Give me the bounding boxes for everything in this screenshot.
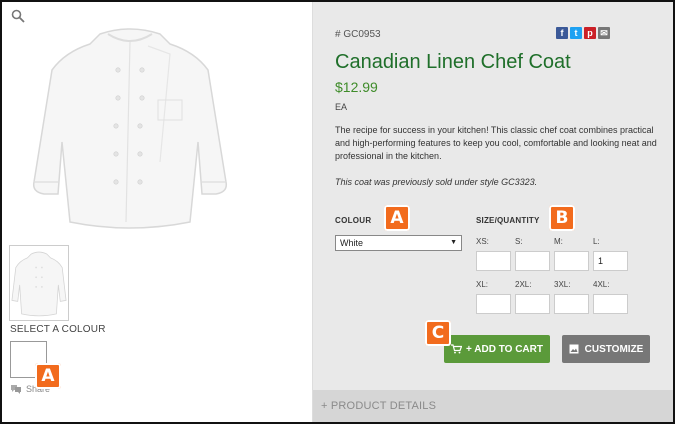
- size-cell-3xl: 3XL:: [554, 280, 590, 314]
- qty-input-xl[interactable]: [476, 294, 511, 314]
- add-to-cart-label: + ADD TO CART: [466, 343, 543, 355]
- size-cell-m: M:: [554, 237, 590, 271]
- product-page: SELECT A COLOUR Share A # GC0953 f t p ✉…: [0, 0, 675, 424]
- size-label-xl: XL:: [476, 280, 489, 289]
- product-details-toggle[interactable]: + PRODUCT DETAILS: [313, 390, 673, 422]
- qty-input-l[interactable]: 1: [593, 251, 628, 271]
- customize-label: CUSTOMIZE: [584, 343, 644, 355]
- product-description: The recipe for success in your kitchen! …: [335, 125, 657, 161]
- product-title: Canadian Linen Chef Coat: [335, 51, 571, 73]
- qty-input-2xl[interactable]: [515, 294, 550, 314]
- size-label-l: L:: [593, 237, 600, 246]
- facebook-icon[interactable]: f: [556, 27, 568, 39]
- size-cell-xl: XL:: [476, 280, 512, 314]
- search-icon[interactable]: [11, 9, 25, 23]
- size-cell-4xl: 4XL:: [593, 280, 629, 314]
- product-thumbnail[interactable]: [9, 245, 69, 321]
- product-info-panel: # GC0953 f t p ✉ Canadian Linen Chef Coa…: [312, 2, 673, 422]
- social-share-icons: f t p ✉: [556, 27, 610, 39]
- cart-icon: [451, 344, 463, 354]
- pinterest-icon[interactable]: p: [584, 27, 596, 39]
- image-icon: [569, 344, 579, 354]
- product-unit: EA: [335, 102, 348, 112]
- colour-select-value: White: [340, 238, 364, 248]
- email-icon[interactable]: ✉: [598, 27, 610, 39]
- callout-c-cart: C: [425, 320, 451, 346]
- qty-input-4xl[interactable]: [593, 294, 628, 314]
- size-cell-xs: XS:: [476, 237, 512, 271]
- size-label-xs: XS:: [476, 237, 489, 246]
- size-cell-s: S:: [515, 237, 551, 271]
- twitter-icon[interactable]: t: [570, 27, 582, 39]
- customize-button[interactable]: CUSTOMIZE: [562, 335, 650, 363]
- add-to-cart-button[interactable]: + ADD TO CART: [444, 335, 550, 363]
- size-label-s: S:: [515, 237, 523, 246]
- product-price: $12.99: [335, 79, 378, 95]
- product-gallery: SELECT A COLOUR Share A: [2, 2, 312, 422]
- qty-input-m[interactable]: [554, 251, 589, 271]
- chevron-down-icon: ▼: [450, 239, 457, 246]
- size-label-2xl: 2XL:: [515, 280, 532, 289]
- colour-select[interactable]: White ▼: [335, 235, 462, 251]
- sku-value: GC0953: [343, 29, 381, 40]
- qty-input-xs[interactable]: [476, 251, 511, 271]
- qty-input-s[interactable]: [515, 251, 550, 271]
- colour-label: COLOUR: [335, 216, 372, 225]
- product-note: This coat was previously sold under styl…: [335, 177, 538, 187]
- size-cell-l: L: 1: [593, 237, 629, 271]
- callout-a-colour: A: [384, 205, 410, 231]
- size-label-4xl: 4XL:: [593, 280, 610, 289]
- qty-input-3xl[interactable]: [554, 294, 589, 314]
- sku-line: # GC0953: [335, 29, 381, 40]
- size-quantity-label: SIZE/QUANTITY: [476, 216, 540, 225]
- callout-b-size: B: [549, 205, 575, 231]
- size-label-3xl: 3XL:: [554, 280, 571, 289]
- sku-prefix: #: [335, 29, 341, 40]
- callout-a-swatch: A: [35, 363, 61, 389]
- select-colour-label: SELECT A COLOUR: [10, 324, 106, 335]
- share-icon: [11, 385, 21, 394]
- size-cell-2xl: 2XL:: [515, 280, 551, 314]
- product-main-image[interactable]: [30, 22, 230, 234]
- size-label-m: M:: [554, 237, 563, 246]
